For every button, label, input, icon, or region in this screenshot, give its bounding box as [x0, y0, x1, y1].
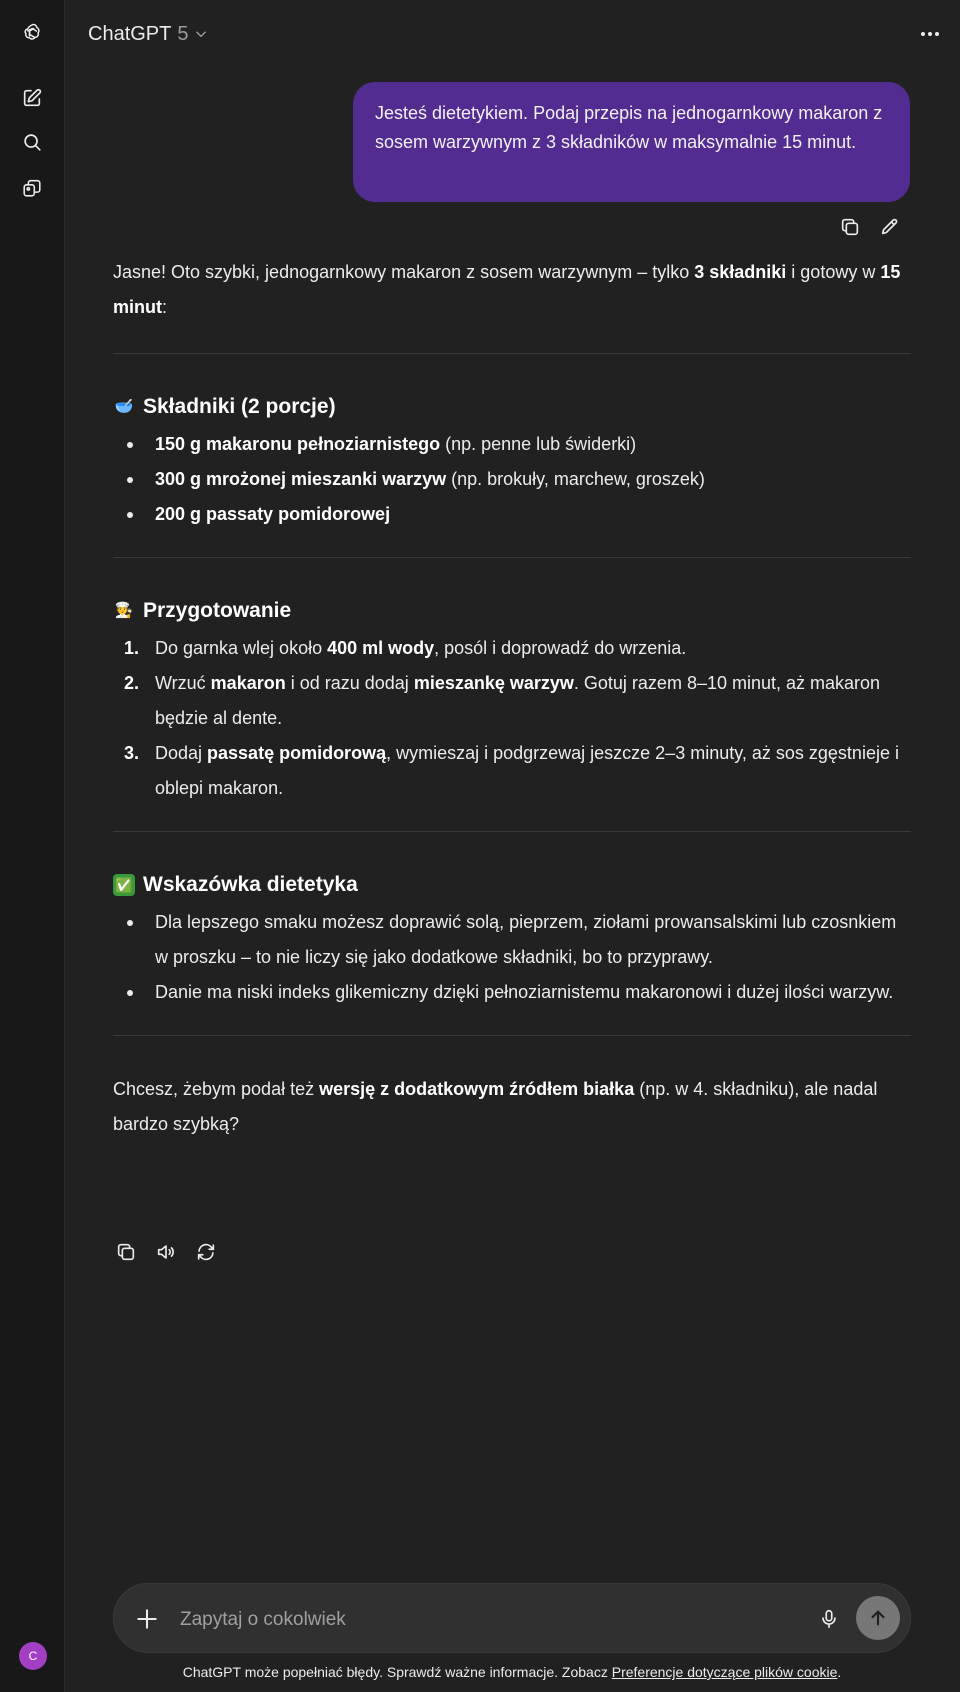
- search-icon[interactable]: [16, 126, 48, 158]
- list-item: Dla lepszego smaku możesz doprawić solą,…: [113, 905, 911, 975]
- avatar[interactable]: C: [19, 1642, 47, 1670]
- top-bar: ChatGPT 5: [64, 0, 960, 68]
- send-button[interactable]: [856, 1596, 900, 1640]
- list-item: 200 g passaty pomidorowej: [113, 497, 911, 532]
- cookie-preferences-link[interactable]: Preferencje dotyczące plików cookie: [612, 1664, 838, 1680]
- sidebar: C: [0, 0, 65, 1692]
- tip-heading: ✅ Wskazówka dietetyka: [113, 870, 911, 900]
- footer-disclaimer: ChatGPT może popełniać błędy. Sprawdź wa…: [182, 1664, 842, 1680]
- more-icon[interactable]: [916, 20, 944, 48]
- ingredients-heading: 🥣 Składniki (2 porcje): [114, 395, 336, 418]
- list-item: 2. Wrzuć makaron i od razu dodaj mieszank…: [124, 673, 881, 728]
- check-emoji-icon: ✅: [113, 874, 135, 896]
- copy-icon[interactable]: [838, 215, 862, 239]
- preparation-steps: 1. Do garnka wlej około 400 ml wody, posó…: [113, 631, 911, 806]
- list-item: 1. Do garnka wlej około 400 ml wody, posó…: [124, 638, 687, 658]
- prompt-input[interactable]: [178, 1604, 742, 1636]
- divider: [113, 1035, 911, 1036]
- answer-closing: Chcesz, żebym podał też wersję z dodatko…: [113, 1079, 878, 1134]
- model-version: 5: [177, 22, 189, 45]
- regenerate-icon[interactable]: [194, 1240, 218, 1264]
- list-item: 150 g makaronu pełnoziarnistego (np. pen…: [113, 427, 911, 462]
- library-icon[interactable]: [16, 172, 48, 204]
- list-item: Danie ma niski indeks glikemiczny dzięki…: [113, 975, 911, 1010]
- mic-icon[interactable]: [814, 1604, 844, 1634]
- user-message: Jesteś dietetykiem. Podaj przepis na jed…: [353, 82, 910, 202]
- bowl-emoji-icon: 🥣: [114, 398, 134, 415]
- divider: [113, 831, 911, 832]
- tip-list: Dla lepszego smaku możesz doprawić solą,…: [113, 905, 911, 1010]
- model-name: ChatGPT: [88, 22, 172, 45]
- list-item: 300 g mrożonej mieszanki warzyw (np. bro…: [113, 462, 911, 497]
- edit-icon[interactable]: [878, 215, 902, 239]
- openai-logo-icon[interactable]: [16, 17, 48, 49]
- read-aloud-icon[interactable]: [154, 1240, 178, 1264]
- answer-intro: Jasne! Oto szybki, jednogarnkowy makaron…: [113, 262, 901, 317]
- preparation-heading: 🧑‍🍳 Przygotowanie: [114, 599, 292, 622]
- assistant-message-actions: [114, 1240, 218, 1264]
- ingredients-list: 150 g makaronu pełnoziarnistego (np. pen…: [113, 427, 911, 532]
- cook-emoji-icon: 🧑‍🍳: [114, 602, 134, 619]
- list-item: 3. Dodaj passatę pomidorową, wymieszaj i …: [124, 743, 899, 798]
- chevron-down-icon: [196, 31, 207, 38]
- assistant-message: Jasne! Oto szybki, jednogarnkowy makaron…: [113, 255, 911, 1142]
- send-arrow-icon: [871, 1610, 885, 1626]
- composer: [113, 1583, 911, 1653]
- plus-icon[interactable]: [134, 1606, 160, 1632]
- new-chat-icon[interactable]: [16, 82, 48, 114]
- divider: [113, 557, 911, 558]
- copy-icon[interactable]: [114, 1240, 138, 1264]
- model-selector[interactable]: ChatGPT 5: [88, 18, 208, 50]
- divider: [113, 353, 911, 354]
- user-message-actions: [838, 215, 902, 239]
